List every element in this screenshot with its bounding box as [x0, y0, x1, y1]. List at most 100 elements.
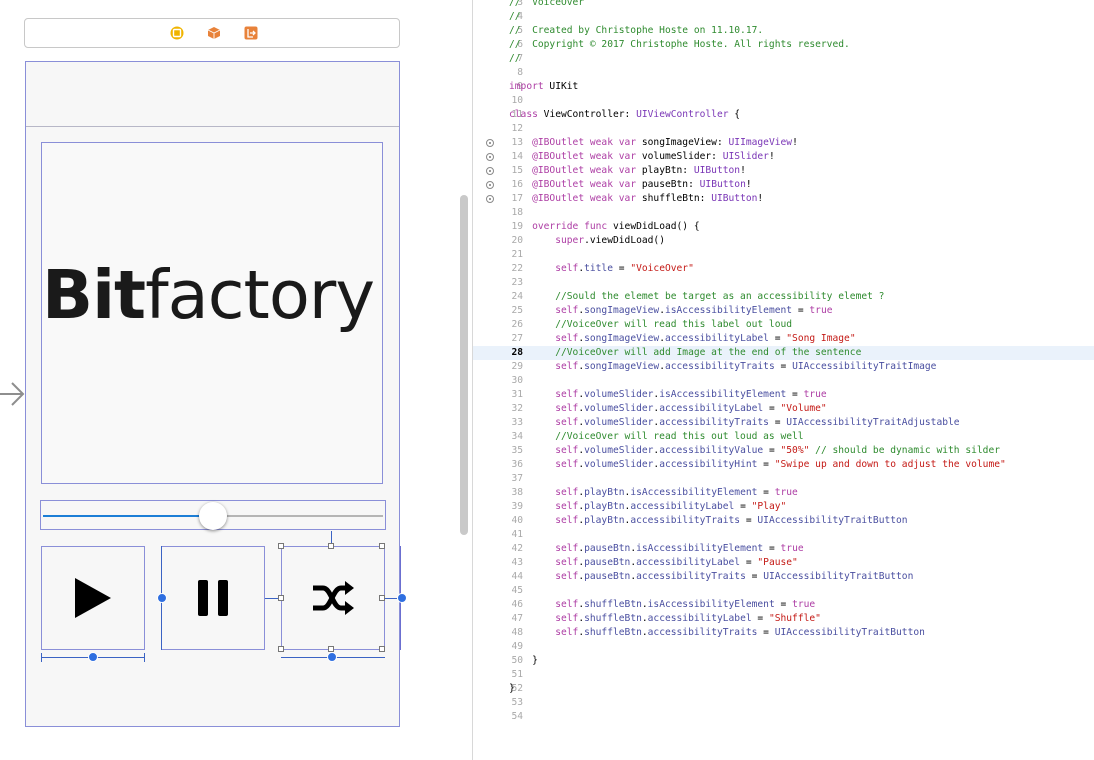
song-image-view[interactable]: Bitfactory	[41, 142, 383, 484]
code-line[interactable]: 52}	[473, 682, 1094, 696]
slider-thumb[interactable]	[199, 502, 227, 530]
code-line[interactable]: 22 self.title = "VoiceOver"	[473, 262, 1094, 276]
line-number[interactable]: 53	[473, 696, 523, 710]
code-line[interactable]: 5// Created by Christophe Hoste on 11.10…	[473, 24, 1094, 38]
line-number[interactable]: 45	[473, 584, 523, 598]
code-line[interactable]: 3// VoiceOver	[473, 0, 1094, 10]
code-text: self.pauseBtn.accessibilityTraits = UIAc…	[509, 570, 913, 584]
code-line[interactable]: 40 self.playBtn.accessibilityTraits = UI…	[473, 514, 1094, 528]
line-number[interactable]: 12	[473, 122, 523, 136]
code-line[interactable]: 9 import UIKit	[473, 80, 1094, 94]
outlet-connection-icon[interactable]	[486, 139, 494, 147]
exit-icon[interactable]	[244, 26, 258, 40]
code-line[interactable]: 13 @IBOutlet weak var songImageView: UII…	[473, 136, 1094, 150]
code-line[interactable]: 19 override func viewDidLoad() {	[473, 220, 1094, 234]
code-line[interactable]: 14 @IBOutlet weak var volumeSlider: UISl…	[473, 150, 1094, 164]
code-line[interactable]: 27 self.songImageView.accessibilityLabel…	[473, 332, 1094, 346]
code-line[interactable]: 45	[473, 584, 1094, 598]
code-line[interactable]: 18	[473, 206, 1094, 220]
outlet-connection-icon[interactable]	[486, 167, 494, 175]
code-line[interactable]: 36 self.volumeSlider.accessibilityHint =…	[473, 458, 1094, 472]
code-line[interactable]: 34 //VoiceOver will read this out loud a…	[473, 430, 1094, 444]
code-editor[interactable]: 3// VoiceOver 4//5// Created by Christoph…	[473, 0, 1094, 760]
code-line[interactable]: 23	[473, 276, 1094, 290]
resize-handle[interactable]	[379, 543, 385, 549]
line-number[interactable]: 8	[473, 66, 523, 80]
code-line[interactable]: 46 self.shuffleBtn.isAccessibilityElemen…	[473, 598, 1094, 612]
pause-button[interactable]	[161, 546, 265, 650]
first-responder-icon[interactable]	[207, 26, 221, 40]
code-line[interactable]: 28 //VoiceOver will add Image at the end…	[473, 346, 1094, 360]
code-line[interactable]: 44 self.pauseBtn.accessibilityTraits = U…	[473, 570, 1094, 584]
code-line[interactable]: 31 self.volumeSlider.isAccessibilityElem…	[473, 388, 1094, 402]
resize-handle[interactable]	[328, 646, 334, 652]
code-line[interactable]: 39 self.playBtn.accessibilityLabel = "Pl…	[473, 500, 1094, 514]
outlet-connection-icon[interactable]	[486, 181, 494, 189]
code-line[interactable]: 24 //Sould the elemet be target as an ac…	[473, 290, 1094, 304]
code-line[interactable]: 32 self.volumeSlider.accessibilityLabel …	[473, 402, 1094, 416]
constraint-handle[interactable]	[327, 652, 337, 662]
code-line[interactable]: 11 class ViewController: UIViewController…	[473, 108, 1094, 122]
code-line[interactable]: 17 @IBOutlet weak var shuffleBtn: UIButt…	[473, 192, 1094, 206]
code-line[interactable]: 10	[473, 94, 1094, 108]
code-line[interactable]: 7//	[473, 52, 1094, 66]
resize-handle[interactable]	[278, 543, 284, 549]
resize-handle[interactable]	[328, 543, 334, 549]
code-line[interactable]: 43 self.pauseBtn.accessibilityLabel = "P…	[473, 556, 1094, 570]
line-number[interactable]: 51	[473, 668, 523, 682]
view-controller-icon[interactable]	[170, 26, 184, 40]
code-line[interactable]: 37	[473, 472, 1094, 486]
line-number[interactable]: 30	[473, 374, 523, 388]
code-line[interactable]: 16 @IBOutlet weak var pauseBtn: UIButton…	[473, 178, 1094, 192]
navigation-bar[interactable]	[26, 62, 399, 127]
resize-handle[interactable]	[379, 595, 385, 601]
code-line[interactable]: 48 self.shuffleBtn.accessibilityTraits =…	[473, 626, 1094, 640]
resize-handle[interactable]	[379, 646, 385, 652]
code-line[interactable]: 49	[473, 640, 1094, 654]
code-line[interactable]: 53	[473, 696, 1094, 710]
code-line[interactable]: 8	[473, 66, 1094, 80]
outlet-connection-icon[interactable]	[486, 195, 494, 203]
code-line[interactable]: 15 @IBOutlet weak var playBtn: UIButton!	[473, 164, 1094, 178]
constraint-handle[interactable]	[397, 593, 407, 603]
code-line[interactable]: 42 self.pauseBtn.isAccessibilityElement …	[473, 542, 1094, 556]
storyboard-canvas[interactable]: Bitfactory	[0, 0, 458, 760]
code-line[interactable]: 6// Copyright © 2017 Christophe Hoste. A…	[473, 38, 1094, 52]
line-number[interactable]: 18	[473, 206, 523, 220]
code-line[interactable]: 26 //VoiceOver will read this label out …	[473, 318, 1094, 332]
code-line[interactable]: 54	[473, 710, 1094, 724]
code-line[interactable]: 41	[473, 528, 1094, 542]
code-line[interactable]: 33 self.volumeSlider.accessibilityTraits…	[473, 416, 1094, 430]
line-number[interactable]: 23	[473, 276, 523, 290]
code-line[interactable]: 50 }	[473, 654, 1094, 668]
line-number[interactable]: 41	[473, 528, 523, 542]
play-button[interactable]	[41, 546, 145, 650]
view-controller-scene[interactable]: Bitfactory	[25, 61, 407, 727]
resize-handle[interactable]	[278, 646, 284, 652]
resize-handle[interactable]	[278, 595, 284, 601]
line-number[interactable]: 37	[473, 472, 523, 486]
canvas-scrollbar[interactable]	[460, 195, 468, 535]
code-line[interactable]: 38 self.playBtn.isAccessibilityElement =…	[473, 486, 1094, 500]
code-line[interactable]: 30	[473, 374, 1094, 388]
code-line[interactable]: 4//	[473, 10, 1094, 24]
code-line[interactable]: 51	[473, 668, 1094, 682]
outlet-connection-icon[interactable]	[486, 153, 494, 161]
code-line[interactable]: 12	[473, 122, 1094, 136]
line-number[interactable]: 49	[473, 640, 523, 654]
code-line[interactable]: 29 self.songImageView.accessibilityTrait…	[473, 360, 1094, 374]
constraint-handle[interactable]	[88, 652, 98, 662]
line-number[interactable]: 54	[473, 710, 523, 724]
code-line[interactable]: 35 self.volumeSlider.accessibilityValue …	[473, 444, 1094, 458]
line-number[interactable]: 21	[473, 248, 523, 262]
code-line[interactable]: 47 self.shuffleBtn.accessibilityLabel = …	[473, 612, 1094, 626]
volume-slider[interactable]	[40, 500, 386, 530]
code-line[interactable]: 21	[473, 248, 1094, 262]
shuffle-button[interactable]	[281, 546, 385, 650]
code-line[interactable]: 25 self.songImageView.isAccessibilityEle…	[473, 304, 1094, 318]
constraint-handle[interactable]	[157, 593, 167, 603]
code-line[interactable]: 20 super.viewDidLoad()	[473, 234, 1094, 248]
code-token: {	[728, 109, 741, 120]
line-number[interactable]: 10	[473, 94, 523, 108]
line-number[interactable]: 52	[473, 682, 523, 696]
